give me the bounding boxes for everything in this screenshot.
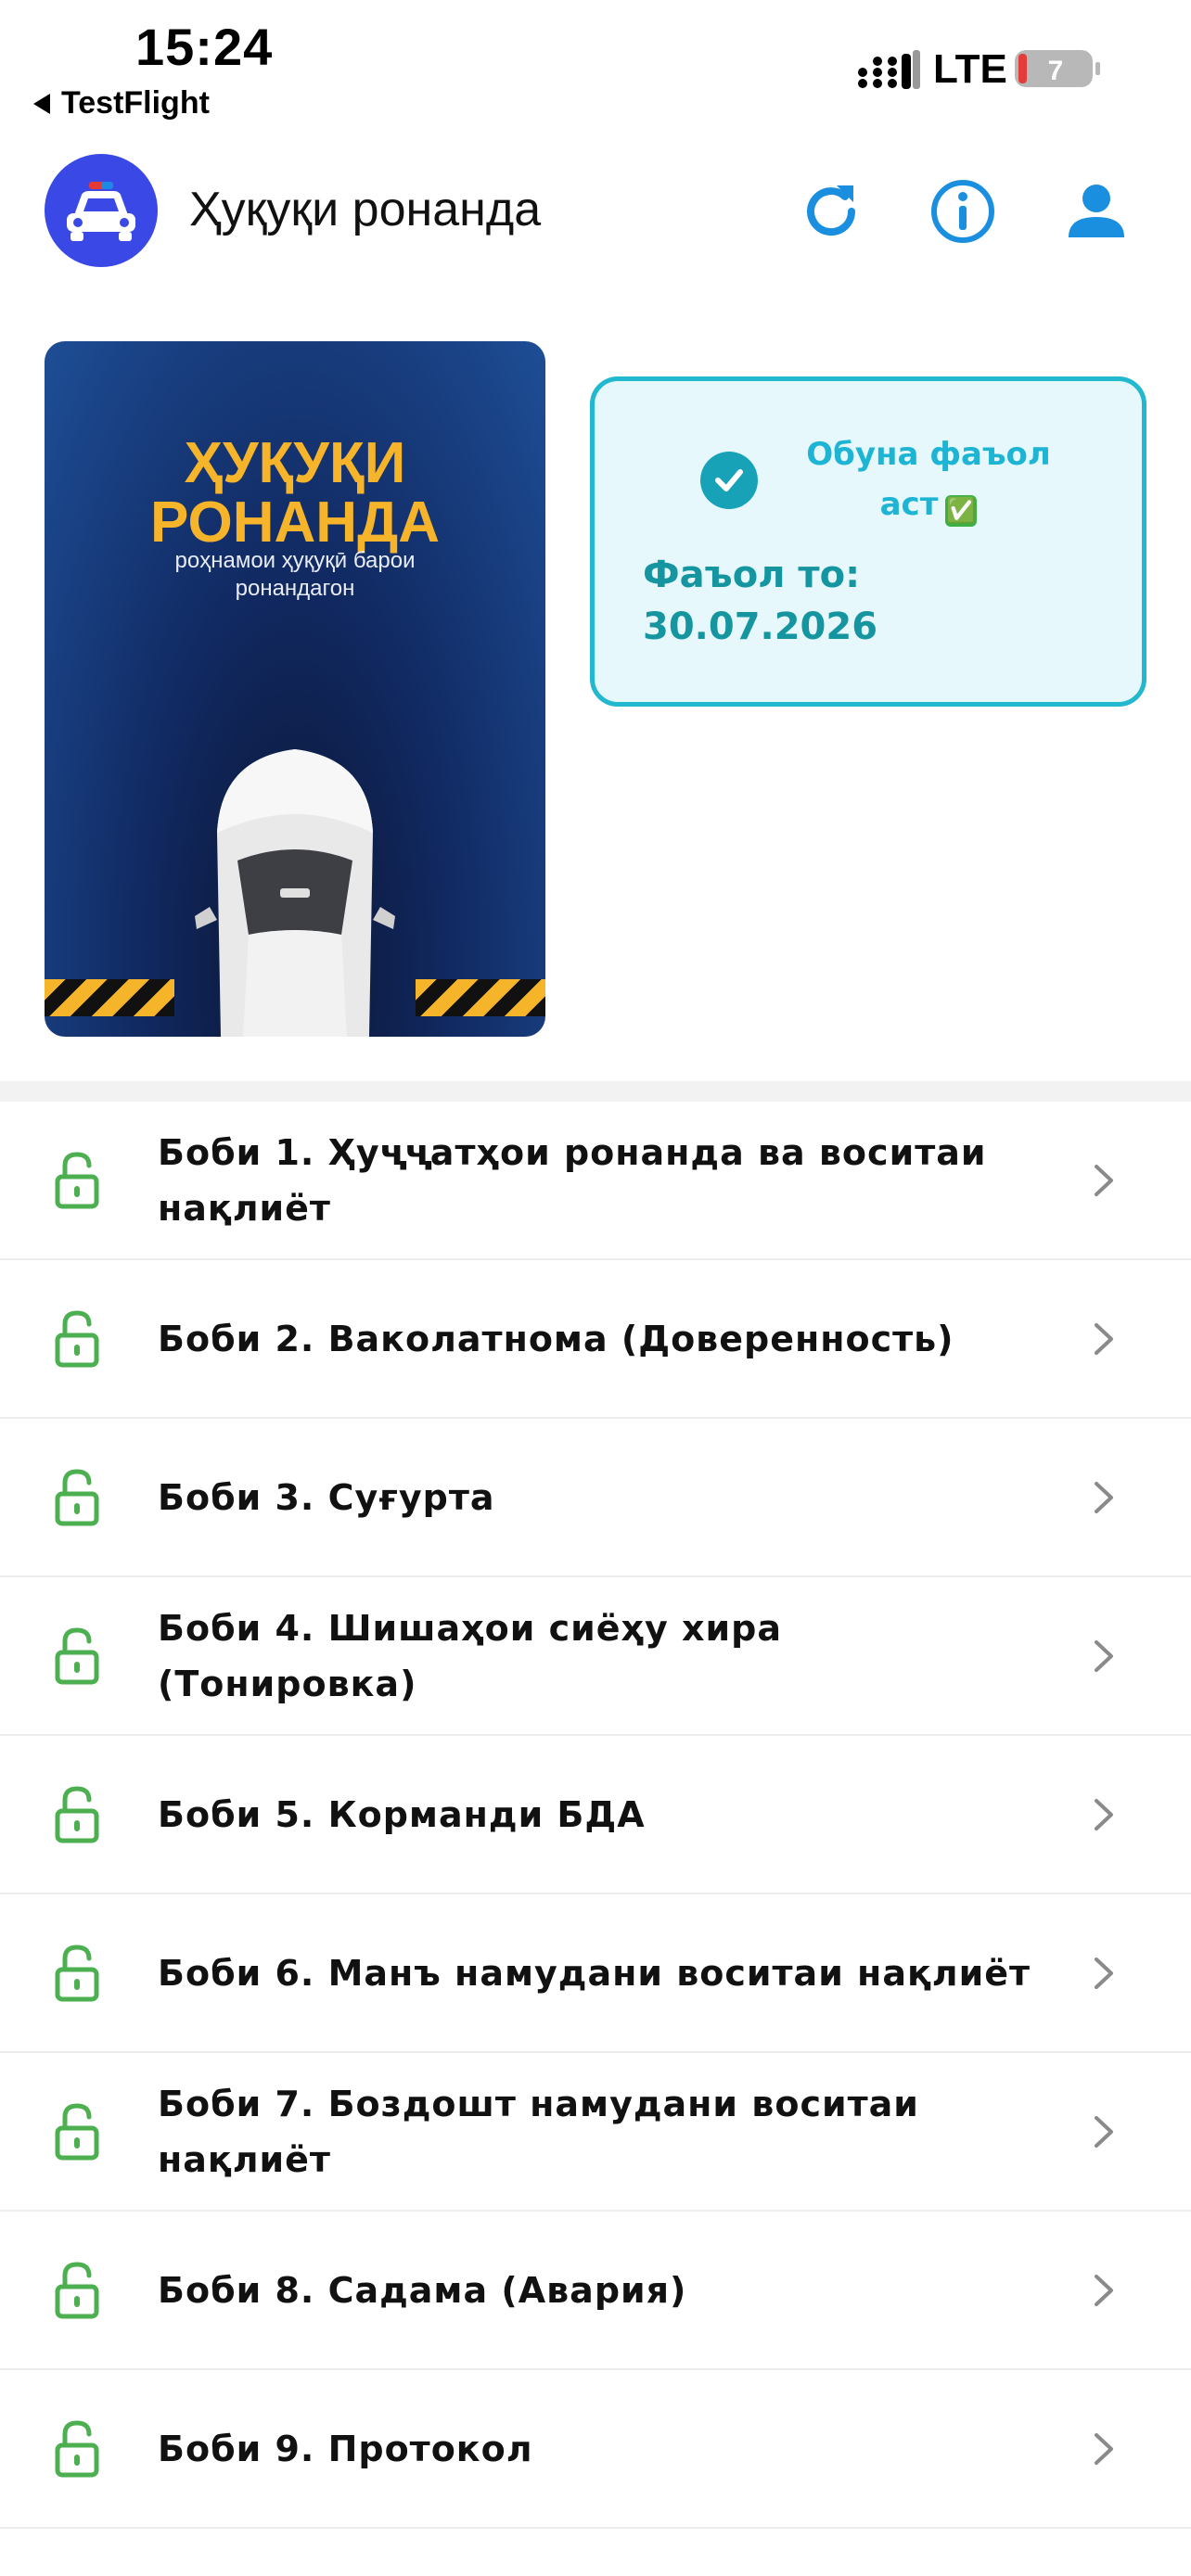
chapter-label: Боби 8. Садама (Авария) xyxy=(158,2263,1039,2318)
back-to-testflight-link[interactable]: TestFlight xyxy=(33,85,210,121)
status-bar: 15:24 TestFlight LTE 7 xyxy=(0,0,1191,130)
chapter-label-line1: Боби 6. Манъ намудани воситаи нақлиёт xyxy=(158,1952,1031,1994)
chapter-label: Боби 3. Суғурта xyxy=(158,1470,1039,1525)
chapter-row-2[interactable]: Боби 2. Ваколатнома (Доверенность) xyxy=(0,1260,1191,1419)
cover-title: ҲУҚУҚИ РОНАНДА xyxy=(45,434,545,553)
checkmark-icon xyxy=(715,469,743,491)
chevron-right-icon xyxy=(1095,2115,1113,2148)
chevron-right-icon xyxy=(1095,2432,1113,2465)
chapter-row-8[interactable]: Боби 8. Садама (Авария) xyxy=(0,2212,1191,2370)
chapter-label-line2: нақлиёт xyxy=(158,2138,331,2180)
chapter-row-6[interactable]: Боби 6. Манъ намудани воситаи нақлиёт xyxy=(0,1894,1191,2053)
section-divider xyxy=(0,1081,1191,1102)
chapter-label-line1: Боби 4. Шишаҳои сиёҳу хира xyxy=(158,1607,783,1649)
check-circle-icon xyxy=(700,452,758,509)
chapter-row-4[interactable]: Боби 4. Шишаҳои сиёҳу хира (Тонировка) xyxy=(0,1577,1191,1736)
chapter-label-line1: Боби 3. Суғурта xyxy=(158,1476,495,1518)
back-arrow-icon xyxy=(33,93,50,114)
chevron-right-icon xyxy=(1095,2274,1113,2306)
book-cover[interactable]: ҲУҚУҚИ РОНАНДА роҳнамои ҳуқуқӣ барои рон… xyxy=(45,341,545,1037)
chapter-row-3[interactable]: Боби 3. Суғурта xyxy=(0,1419,1191,1577)
chapter-label-line2: (Тонировка) xyxy=(158,1663,417,1704)
unlocked-lock-icon xyxy=(55,2419,99,2477)
chapter-label-line1: Боби 2. Ваколатнома (Доверенность) xyxy=(158,1318,954,1359)
chapter-list: Боби 1. Ҳуҷҷатҳои ронанда ва воситаи нақл… xyxy=(0,1102,1191,2529)
app-logo xyxy=(45,154,158,267)
car-illustration xyxy=(195,749,395,1037)
subscription-until-date: 30.07.2026 xyxy=(643,606,878,648)
cover-subtitle: роҳнамои ҳуқуқӣ барои ронандагон xyxy=(45,547,545,603)
police-car-icon xyxy=(67,182,135,241)
chevron-right-icon xyxy=(1095,1164,1113,1196)
cover-subtitle-line2: ронандагон xyxy=(235,576,355,601)
chapter-row-7[interactable]: Боби 7. Боздошт намудани воситаи нақлиёт xyxy=(0,2053,1191,2212)
subscription-status-line2: аст xyxy=(879,486,939,523)
hazard-stripes-left xyxy=(45,979,174,1016)
chapter-row-5[interactable]: Боби 5. Корманди БДА xyxy=(0,1736,1191,1894)
chapter-label-line1: Боби 1. Ҳуҷҷатҳои ронанда ва воситаи xyxy=(158,1131,987,1173)
app-header: Ҳуқуқи ронанда xyxy=(0,148,1191,278)
subscription-card: Обуна фаъол аст ✅ Фаъол то: 30.07.2026 xyxy=(590,376,1146,707)
app-screen: 15:24 TestFlight LTE 7 Ҳуқуқи ронанда ҲУ… xyxy=(0,0,1191,2576)
unlocked-lock-icon xyxy=(55,1785,99,1843)
chapter-label-line1: Боби 8. Садама (Авария) xyxy=(158,2269,687,2311)
check-mark-button-icon: ✅ xyxy=(945,495,978,527)
chapter-label: Боби 1. Ҳуҷҷатҳои ронанда ва воситаи нақл… xyxy=(158,1125,1039,1236)
chapter-label: Боби 2. Ваколатнома (Доверенность) xyxy=(158,1311,1039,1367)
chevron-right-icon xyxy=(1095,1957,1113,1989)
unlocked-lock-icon xyxy=(55,2261,99,2318)
refresh-icon[interactable] xyxy=(796,176,866,247)
cover-subtitle-line1: роҳнамои ҳуқуқӣ барои xyxy=(174,548,416,573)
unlocked-lock-icon xyxy=(55,1626,99,1684)
chapter-label: Боби 7. Боздошт намудани воситаи нақлиёт xyxy=(158,2076,1039,2187)
chevron-right-icon xyxy=(1095,1481,1113,1513)
chapter-label: Боби 9. Протокол xyxy=(158,2421,1039,2477)
chapter-label-line1: Боби 7. Боздошт намудани воситаи xyxy=(158,2083,919,2124)
unlocked-lock-icon xyxy=(55,1468,99,1525)
chevron-right-icon xyxy=(1095,1639,1113,1672)
chapter-row-1[interactable]: Боби 1. Ҳуҷҷатҳои ронанда ва воситаи нақл… xyxy=(0,1102,1191,1260)
cover-title-line2: РОНАНДА xyxy=(149,491,441,555)
battery-icon: 7 xyxy=(1015,50,1100,87)
subscription-status-line1: Обуна фаъол xyxy=(806,436,1051,473)
info-icon[interactable] xyxy=(928,176,998,247)
subscription-status: Обуна фаъол аст ✅ xyxy=(771,429,1086,529)
back-label: TestFlight xyxy=(61,85,210,121)
profile-icon[interactable] xyxy=(1061,176,1132,247)
unlocked-lock-icon xyxy=(55,1944,99,2001)
battery-level: 7 xyxy=(1048,56,1064,86)
unlocked-lock-icon xyxy=(55,1151,99,1208)
status-time: 15:24 xyxy=(135,18,274,76)
chapter-label-line1: Боби 5. Корманди БДА xyxy=(158,1793,646,1835)
chapter-label: Боби 4. Шишаҳои сиёҳу хира (Тонировка) xyxy=(158,1600,1039,1712)
hazard-stripes-right xyxy=(416,979,545,1016)
cover-title-line1: ҲУҚУҚИ xyxy=(184,431,406,495)
subscription-until-label: Фаъол то: xyxy=(643,554,861,596)
chevron-right-icon xyxy=(1095,1322,1113,1355)
unlocked-lock-icon xyxy=(55,1309,99,1367)
unlocked-lock-icon xyxy=(55,2102,99,2160)
chapter-label-line1: Боби 9. Протокол xyxy=(158,2428,533,2469)
signal-strength-icon xyxy=(858,50,920,89)
network-type: LTE xyxy=(933,46,1007,92)
chapter-label: Боби 5. Корманди БДА xyxy=(158,1787,1039,1843)
chapter-label: Боби 6. Манъ намудани воситаи нақлиёт xyxy=(158,1945,1039,2001)
chapter-row-9[interactable]: Боби 9. Протокол xyxy=(0,2370,1191,2529)
page-title: Ҳуқуқи ронанда xyxy=(189,183,542,236)
chapter-label-line2: нақлиёт xyxy=(158,1187,331,1229)
chevron-right-icon xyxy=(1095,1798,1113,1830)
